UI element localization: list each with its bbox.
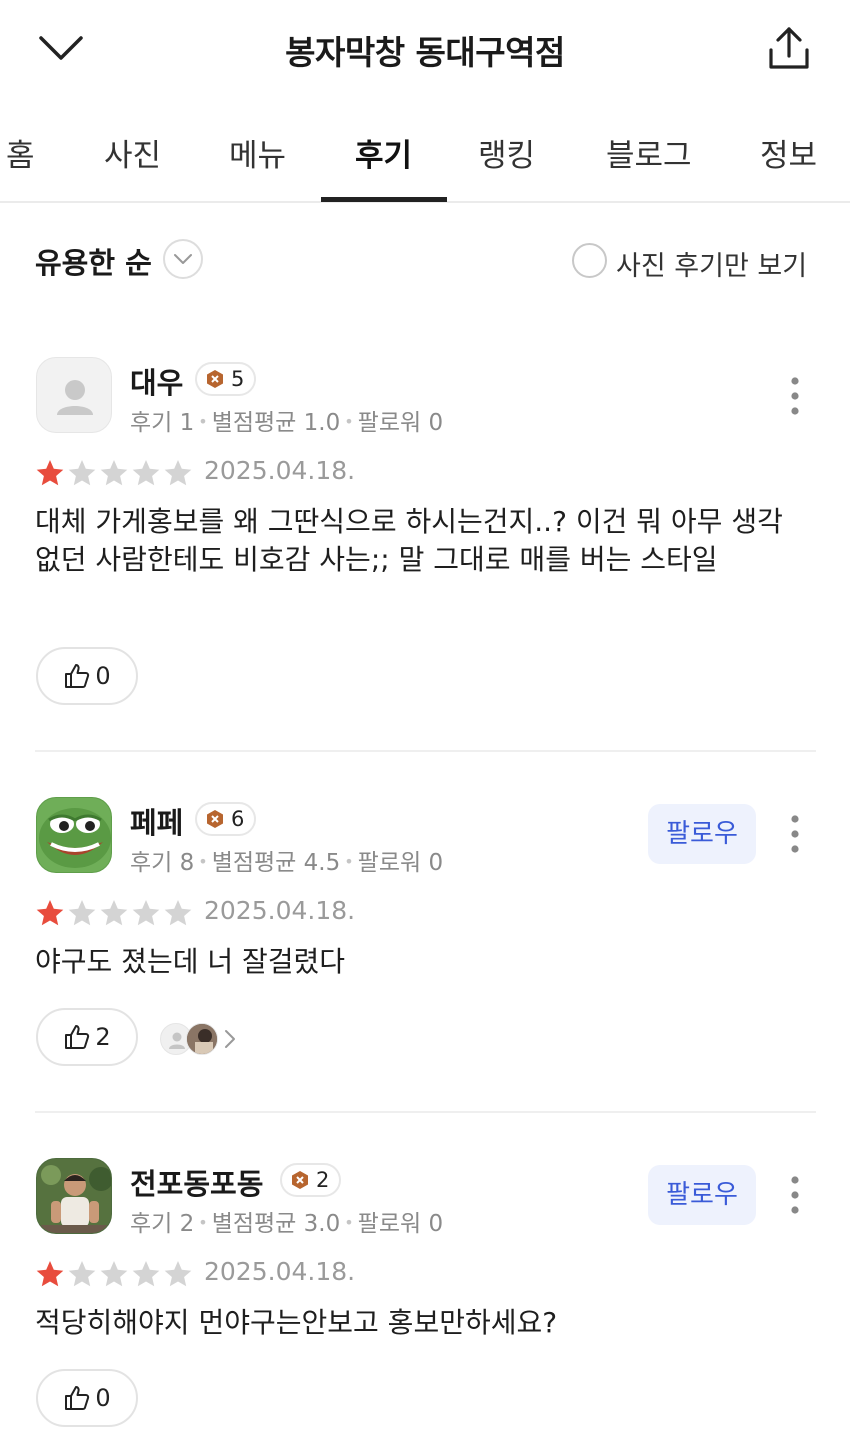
tab-info[interactable]: 정보: [760, 130, 817, 175]
review-count: 후기 2: [130, 1211, 195, 1237]
more-options-icon[interactable]: [778, 373, 812, 419]
review-date: 2025.04.18.: [204, 896, 356, 925]
review-text: 적당히해야지 먼야구는안보고 홍보만하세요?: [35, 1306, 558, 1339]
chevron-down-icon[interactable]: [163, 239, 203, 279]
tab-photos[interactable]: 사진: [104, 130, 161, 175]
star-empty-icon: [68, 900, 96, 926]
user-stats: 후기 2 • 별점평균 3.0 • 팔로워 0: [130, 1211, 444, 1237]
level-number: 6: [231, 807, 245, 831]
review-count: 후기 1: [130, 410, 195, 436]
star-empty-icon: [100, 900, 128, 926]
star-empty-icon: [164, 460, 192, 486]
avatar[interactable]: [36, 797, 112, 873]
share-icon[interactable]: [766, 24, 812, 72]
star-rating: [35, 1259, 193, 1289]
review-date: 2025.04.18.: [204, 1257, 356, 1286]
like-count: 0: [95, 1384, 111, 1412]
liker-avatar: [186, 1023, 218, 1055]
follow-button[interactable]: 팔로우: [648, 1165, 756, 1225]
review-date: 2025.04.18.: [204, 456, 356, 485]
thumbs-up-icon: [65, 1025, 90, 1049]
radio-button[interactable]: [572, 243, 607, 278]
level-number: 2: [316, 1168, 330, 1192]
star-filled-icon: [36, 1261, 64, 1287]
like-button[interactable]: 2: [36, 1008, 138, 1066]
follow-button[interactable]: 팔로우: [648, 804, 756, 864]
star-filled-icon: [36, 460, 64, 486]
tab-blog[interactable]: 블로그: [606, 130, 692, 175]
star-empty-icon: [164, 1261, 192, 1287]
top-bar: 봉자막창 동대구역점: [0, 0, 850, 96]
like-count: 0: [95, 662, 111, 690]
level-badge-icon: [292, 1171, 308, 1189]
star-empty-icon: [68, 460, 96, 486]
star-rating: [35, 898, 193, 928]
follower-count: 팔로워 0: [357, 850, 444, 876]
star-filled-icon: [36, 900, 64, 926]
tab-reviews[interactable]: 후기: [355, 130, 412, 175]
sort-bar: 유용한 순 사진 후기만 보기: [0, 230, 850, 290]
level-badge: 2: [280, 1163, 342, 1197]
level-badge: 6: [195, 802, 257, 836]
star-empty-icon: [132, 1261, 160, 1287]
like-count: 2: [95, 1023, 111, 1051]
star-rating: [35, 458, 193, 488]
star-empty-icon: [132, 460, 160, 486]
likers-avatars[interactable]: [160, 1019, 238, 1059]
level-badge: 5: [195, 362, 257, 396]
user-stats: 후기 8 • 별점평균 4.5 • 팔로워 0: [130, 850, 444, 876]
follower-count: 팔로워 0: [357, 410, 444, 436]
star-empty-icon: [100, 460, 128, 486]
review-count: 후기 8: [130, 850, 195, 876]
tab-ranking[interactable]: 랭킹: [478, 130, 535, 175]
star-empty-icon: [164, 900, 192, 926]
username[interactable]: 전포동포동: [130, 1161, 263, 1203]
average-rating: 별점평균 3.0: [211, 1211, 341, 1237]
like-button[interactable]: 0: [36, 1369, 138, 1427]
username[interactable]: 페페: [130, 800, 183, 842]
star-empty-icon: [68, 1261, 96, 1287]
tab-menu[interactable]: 메뉴: [229, 130, 286, 175]
thumbs-up-icon: [65, 1386, 90, 1410]
level-badge-icon: [207, 810, 223, 828]
divider: [35, 750, 816, 752]
photo-filter-label: 사진 후기만 보기: [616, 251, 808, 282]
thumbs-up-icon: [65, 664, 90, 688]
like-button[interactable]: 0: [36, 647, 138, 705]
average-rating: 별점평균 4.5: [211, 850, 341, 876]
review-text: 대체 가게홍보를 왜 그딴식으로 하시는건지..? 이건 뭐 아무 생각없던 사…: [35, 505, 783, 576]
more-options-icon[interactable]: [778, 1172, 812, 1218]
avatar[interactable]: [36, 1158, 112, 1234]
tab-home[interactable]: 홈: [6, 130, 35, 175]
active-tab-indicator: [321, 197, 447, 202]
more-options-icon[interactable]: [778, 811, 812, 857]
level-number: 5: [231, 367, 245, 391]
avatar[interactable]: [36, 357, 112, 433]
star-empty-icon: [100, 1261, 128, 1287]
tab-bar: 홈 사진 메뉴 후기 랭킹 블로그 정보: [0, 100, 850, 203]
user-stats: 후기 1 • 별점평균 1.0 • 팔로워 0: [130, 410, 444, 436]
divider: [35, 1111, 816, 1113]
follower-count: 팔로워 0: [357, 1211, 444, 1237]
average-rating: 별점평균 1.0: [211, 410, 341, 436]
sort-dropdown-label[interactable]: 유용한 순: [35, 240, 152, 282]
page-title: 봉자막창 동대구역점: [285, 33, 565, 72]
username[interactable]: 대우: [130, 360, 183, 402]
level-badge-icon: [207, 370, 223, 388]
star-empty-icon: [132, 900, 160, 926]
chevron-right-icon: [225, 1030, 235, 1048]
review-text: 야구도 졌는데 너 잘걸렸다: [35, 945, 346, 978]
